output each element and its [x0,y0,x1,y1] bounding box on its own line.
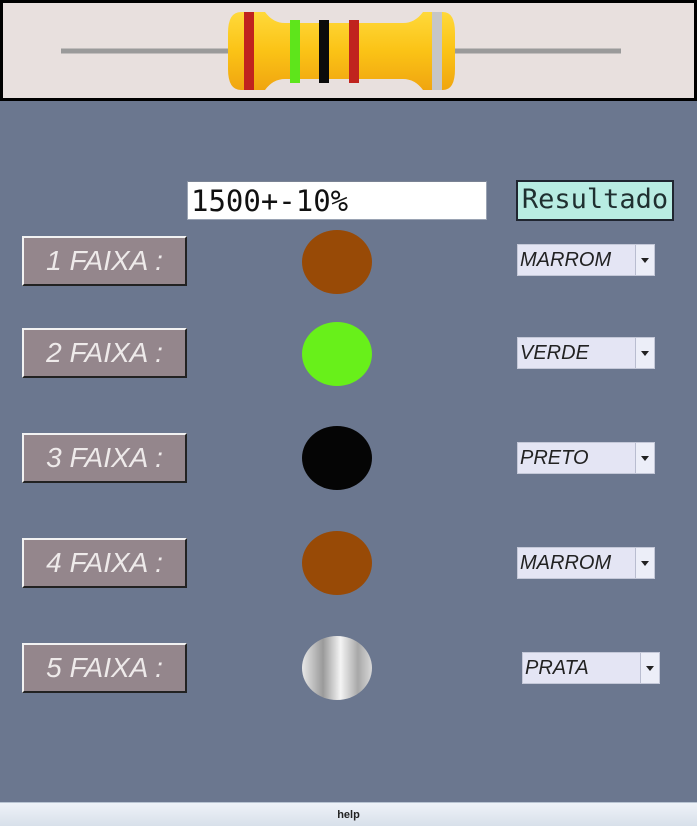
chevron-down-icon[interactable] [640,653,659,683]
chevron-down-icon[interactable] [635,245,654,275]
band-4-color-swatch [302,531,372,595]
result-field[interactable] [187,181,487,220]
band-5-selected-value: PRATA [525,657,589,679]
band-5-color-select[interactable]: PRATA [522,652,660,684]
resistor-banner [0,0,697,101]
band-5-label: 5 FAIXA : [22,643,187,693]
band-1-label: 1 FAIXA : [22,236,187,286]
band-1-selected-value: MARROM [520,249,612,271]
band-3-selected-value: PRETO [520,447,589,469]
chevron-down-icon[interactable] [635,548,654,578]
band-2-selected-value: VERDE [520,342,589,364]
help-button[interactable]: help [0,802,697,826]
chevron-down-icon[interactable] [635,338,654,368]
band-1-color-swatch [302,230,372,294]
resultado-button[interactable]: Resultado [516,180,674,221]
resistor-band-1 [244,12,254,90]
band-1-color-select[interactable]: MARROM [517,244,655,276]
band-2-color-select[interactable]: VERDE [517,337,655,369]
chevron-down-icon[interactable] [635,443,654,473]
resistor-band-2 [290,20,300,83]
band-2-color-swatch [302,322,372,386]
band-2-label: 2 FAIXA : [22,328,187,378]
resistor-band-3 [319,20,329,83]
resistor-body [228,12,455,90]
band-4-label: 4 FAIXA : [22,538,187,588]
resistor-band-4 [349,20,359,83]
band-4-color-select[interactable]: MARROM [517,547,655,579]
resistor-image [61,12,621,90]
band-5-color-swatch [302,636,372,700]
band-3-color-swatch [302,426,372,490]
band-3-label: 3 FAIXA : [22,433,187,483]
band-4-selected-value: MARROM [520,552,612,574]
band-3-color-select[interactable]: PRETO [517,442,655,474]
resistor-band-5 [432,12,442,90]
